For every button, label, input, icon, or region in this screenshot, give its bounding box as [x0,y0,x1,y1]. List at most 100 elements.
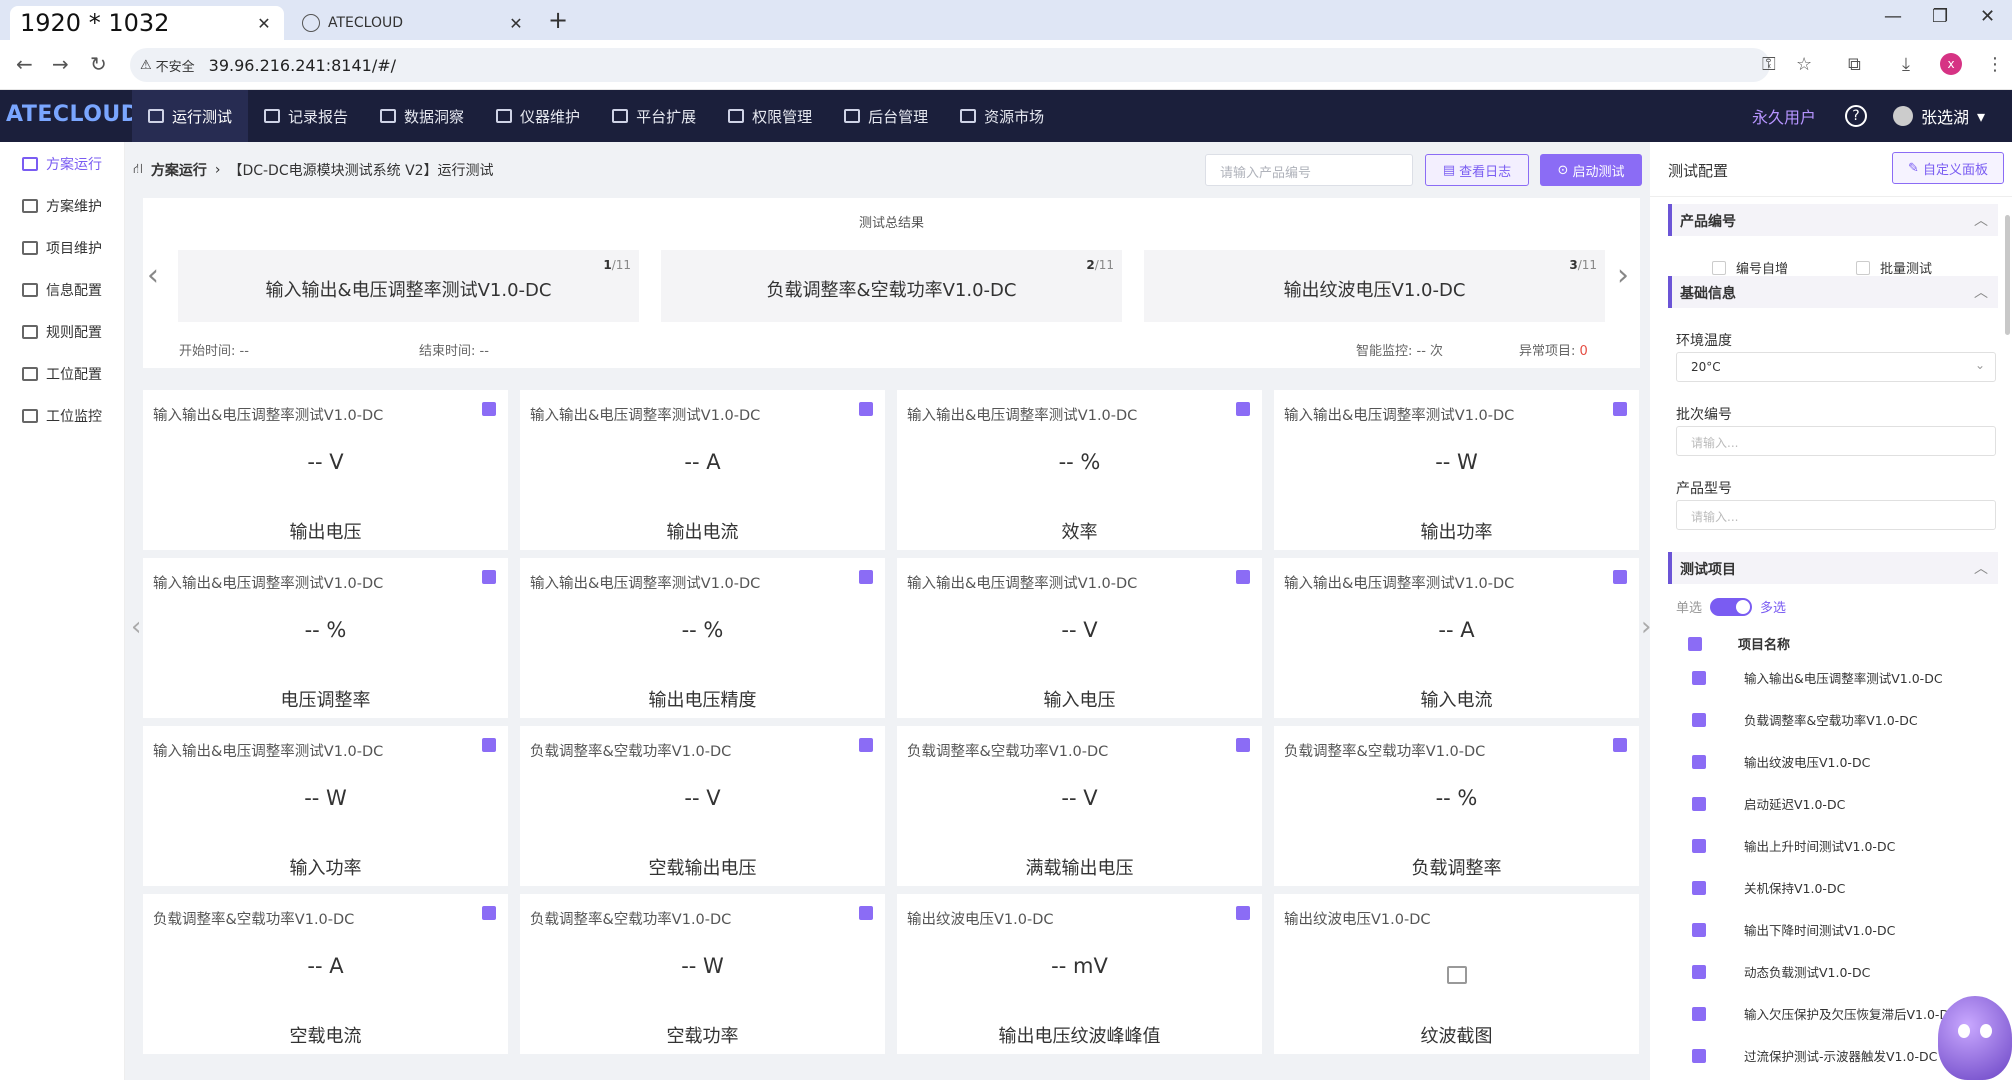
view-log-button[interactable]: ▤ 查看日志 [1425,154,1529,186]
project-row[interactable]: 输出上升时间测试V1.0-DC [1692,836,2002,855]
card-checkbox[interactable] [1236,738,1250,752]
chevron-left-icon[interactable]: ‹ [147,258,159,293]
project-checkbox[interactable] [1692,1048,1706,1063]
menu-dots-icon[interactable]: ⋮ [1986,54,2004,75]
restore-icon[interactable]: ❐ [1932,6,1948,27]
sidebar-item-plan-maintain[interactable]: 方案维护 [0,188,125,224]
minimize-icon[interactable]: — [1884,6,1902,27]
project-row[interactable]: 负载调整率&空载功率V1.0-DC [1692,710,2002,729]
project-checkbox[interactable] [1692,712,1706,727]
measurement-card[interactable]: 负载调整率&空载功率V1.0-DC -- V 空载输出电压 [520,726,885,886]
select-mode-toggle[interactable] [1710,597,1753,616]
chevron-right-icon[interactable]: › [1617,258,1629,293]
profile-avatar-icon[interactable]: x [1940,53,1962,75]
close-window-icon[interactable]: ✕ [1980,6,1995,27]
browser-tab-active[interactable]: 1920 * 1032 ✕ [10,6,284,40]
project-checkbox[interactable] [1692,880,1706,895]
project-row[interactable]: 关机保持V1.0-DC [1692,878,2002,897]
measurement-card[interactable]: 输入输出&电压调整率测试V1.0-DC -- A 输出电流 [520,390,885,550]
extensions-icon[interactable]: ⧉ [1848,54,1861,75]
sidebar-item-plan-run[interactable]: 方案运行 [0,146,125,182]
measurement-card[interactable]: 输入输出&电压调整率测试V1.0-DC -- W 输入功率 [143,726,508,886]
breadcrumb-root[interactable]: 方案运行 [151,160,207,180]
user-menu[interactable]: 张选湖 ▾ [1893,90,1985,142]
star-icon[interactable]: ☆ [1796,54,1812,75]
sidebar-item-station-monitor[interactable]: 工位监控 [0,398,125,434]
custom-panel-button[interactable]: ✎ 自定义面板 [1892,152,2004,184]
measurement-card[interactable]: 输入输出&电压调整率测试V1.0-DC -- A 输入电流 [1274,558,1639,718]
measurement-card[interactable]: 输入输出&电压调整率测试V1.0-DC -- V 输入电压 [897,558,1262,718]
carousel-item[interactable]: 2/11 负载调整率&空载功率V1.0-DC [661,250,1122,322]
section-product-no[interactable]: 产品编号 ︿ [1668,204,1998,236]
browser-tab-ateCloud[interactable]: ATECLOUD ✕ [290,6,536,40]
close-tab-icon[interactable]: ✕ [506,14,526,33]
close-tab-icon[interactable]: ✕ [254,14,274,33]
measurement-card[interactable]: 输入输出&电压调整率测试V1.0-DC -- % 效率 [897,390,1262,550]
card-checkbox[interactable] [1236,570,1250,584]
checkbox[interactable] [1712,260,1726,275]
card-checkbox[interactable] [859,402,873,416]
card-checkbox[interactable] [859,906,873,920]
project-checkbox[interactable] [1692,838,1706,853]
card-checkbox[interactable] [482,570,496,584]
batch-test-checkbox[interactable]: 批量测试 [1856,258,1932,277]
nav-platform[interactable]: 权限管理 [712,90,828,142]
project-checkbox[interactable] [1692,754,1706,769]
measurement-card[interactable]: 输入输出&电压调整率测试V1.0-DC -- % 输出电压精度 [520,558,885,718]
product-model-input[interactable]: 请输入... [1676,500,1996,530]
insecure-badge[interactable]: ⚠ 不安全 [140,56,195,75]
project-checkbox[interactable] [1692,964,1706,979]
nav-records[interactable]: 记录报告 [248,90,364,142]
card-checkbox[interactable] [482,402,496,416]
nav-admin[interactable]: 资源市场 [944,90,1060,142]
card-checkbox[interactable] [859,738,873,752]
card-checkbox[interactable] [1236,906,1250,920]
auto-increment-checkbox[interactable]: 编号自增 [1712,258,1788,277]
omnibox[interactable]: ⚠ 不安全 39.96.216.241:8141/#/ [130,48,1770,82]
carousel-item[interactable]: 3/11 输出纹波电压V1.0-DC [1144,250,1605,322]
checkbox[interactable] [1856,260,1870,275]
measurement-card[interactable]: 输出纹波电压V1.0-DC 纹波截图 [1274,894,1639,1054]
measurement-card[interactable]: 负载调整率&空载功率V1.0-DC -- A 空载电流 [143,894,508,1054]
card-checkbox[interactable] [1613,402,1627,416]
batch-no-input[interactable]: 请输入... [1676,426,1996,456]
card-checkbox[interactable] [482,738,496,752]
measurement-card[interactable]: 负载调整率&空载功率V1.0-DC -- V 满载输出电压 [897,726,1262,886]
project-row[interactable]: 动态负载测试V1.0-DC [1692,962,2002,981]
card-checkbox[interactable] [1236,402,1250,416]
reload-icon[interactable]: ↻ [90,52,107,76]
measurement-card[interactable]: 输入输出&电压调整率测试V1.0-DC -- % 电压调整率 [143,558,508,718]
nav-external-apps[interactable]: 平台扩展 [596,90,712,142]
key-icon[interactable]: ⚿ [1762,54,1776,75]
card-checkbox[interactable] [1613,738,1627,752]
project-row[interactable]: 输出纹波电压V1.0-DC [1692,752,2002,771]
measurement-card[interactable]: 输入输出&电压调整率测试V1.0-DC -- V 输出电压 [143,390,508,550]
sidebar-item-rule-config[interactable]: 规则配置 [0,314,125,350]
url-text[interactable]: 39.96.216.241:8141/#/ [209,56,396,75]
chevron-left-icon[interactable]: ‹ [131,612,141,642]
card-checkbox[interactable] [482,906,496,920]
forward-icon[interactable]: → [52,52,69,76]
project-row[interactable]: 输入输出&电压调整率测试V1.0-DC [1692,668,2002,687]
measurement-card[interactable]: 输出纹波电压V1.0-DC -- mV 输出电压纹波峰峰值 [897,894,1262,1054]
scrollbar[interactable] [2005,215,2010,335]
project-checkbox[interactable] [1692,796,1706,811]
measurement-card[interactable]: 输入输出&电压调整率测试V1.0-DC -- W 输出功率 [1274,390,1639,550]
env-temp-select[interactable]: 20°C ⌄ [1676,352,1996,382]
project-checkbox[interactable] [1692,670,1706,685]
project-row[interactable]: 启动延迟V1.0-DC [1692,794,2002,813]
carousel-item[interactable]: 1/11 输入输出&电压调整率测试V1.0-DC [178,250,639,322]
project-row[interactable]: 输出下降时间测试V1.0-DC [1692,920,2002,939]
back-icon[interactable]: ← [16,52,33,76]
project-checkbox[interactable] [1692,1006,1706,1021]
project-checkbox[interactable] [1692,922,1706,937]
nav-run-test[interactable]: 运行测试 [132,90,249,142]
nav-permissions[interactable]: 后台管理 [828,90,944,142]
help-button[interactable]: ? [1845,90,1867,142]
sidebar-item-info-config[interactable]: 信息配置 [0,272,125,308]
card-checkbox[interactable] [859,570,873,584]
sidebar-item-station-config[interactable]: 工位配置 [0,356,125,392]
card-checkbox[interactable] [1613,570,1627,584]
section-test-items[interactable]: 测试项目 ︿ [1668,552,1998,584]
download-icon[interactable]: ⤓ [1902,54,1910,75]
